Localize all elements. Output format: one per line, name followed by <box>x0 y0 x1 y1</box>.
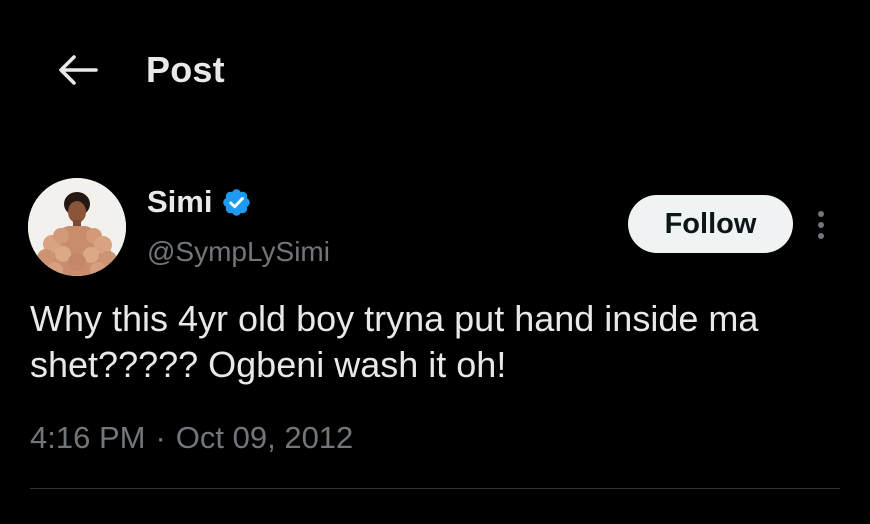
post-timestamp[interactable]: 4:16 PM · Oct 09, 2012 <box>30 420 353 456</box>
top-bar: Post <box>0 40 870 100</box>
meta-separator: · <box>155 420 166 455</box>
follow-button[interactable]: Follow <box>628 195 793 253</box>
author-handle[interactable]: @SympLySimi <box>147 236 330 268</box>
back-button[interactable] <box>50 48 106 92</box>
profile-photo <box>28 178 126 276</box>
arrow-left-icon <box>59 55 98 85</box>
divider <box>30 488 840 489</box>
verified-badge-icon <box>223 188 251 216</box>
post-text: Why this 4yr old boy tryna put hand insi… <box>30 298 759 385</box>
page-title: Post <box>146 49 225 90</box>
avatar[interactable] <box>28 178 126 276</box>
more-options-button[interactable] <box>806 203 836 247</box>
author-name-text: Simi <box>147 184 213 219</box>
post-date: Oct 09, 2012 <box>175 420 354 455</box>
post-time: 4:16 PM <box>30 420 146 455</box>
more-vertical-icon <box>818 211 824 239</box>
author-name[interactable]: Simi <box>147 184 252 220</box>
